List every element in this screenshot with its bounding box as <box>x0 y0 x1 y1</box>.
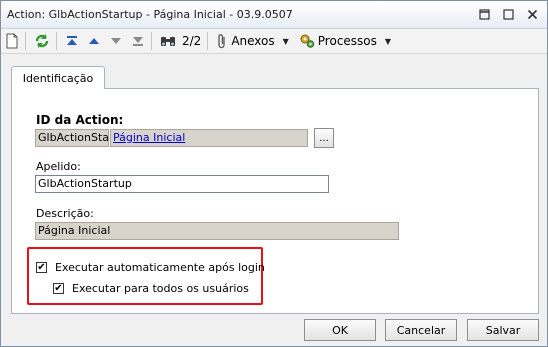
save-button[interactable]: Salvar <box>467 319 539 341</box>
cancel-button[interactable]: Cancelar <box>385 319 457 341</box>
id-value: GlbActionStar <box>38 131 109 144</box>
highlight-box <box>27 247 263 305</box>
close-icon[interactable] <box>525 7 539 21</box>
auto-exec-option[interactable]: ✔ Executar automaticamente após login <box>36 261 265 274</box>
anexos-label: Anexos <box>231 34 275 48</box>
auto-exec-label: Executar automaticamente após login <box>55 261 265 274</box>
previous-record-button[interactable] <box>87 31 101 51</box>
action-dialog: Action: GlbActionStartup - Página Inicia… <box>0 0 548 347</box>
toolbar-separator <box>25 32 26 50</box>
toolbar: 2/2 Anexos ▼ Processos ▼ <box>1 29 547 54</box>
gears-icon <box>299 33 315 49</box>
find-button[interactable] <box>160 31 176 51</box>
new-document-button[interactable] <box>5 31 19 51</box>
all-users-option[interactable]: ✔ Executar para todos os usuários <box>53 282 249 295</box>
toolbar-separator <box>56 32 57 50</box>
next-record-button[interactable] <box>109 31 123 51</box>
all-users-label: Executar para todos os usuários <box>72 282 249 295</box>
auto-exec-checkbox[interactable]: ✔ <box>36 262 47 273</box>
anexos-menu[interactable]: Anexos ▼ <box>216 31 289 51</box>
window-controls <box>477 7 539 21</box>
record-pager: 2/2 <box>182 34 202 48</box>
all-users-checkbox[interactable]: ✔ <box>53 283 64 294</box>
processos-label: Processos <box>317 34 377 48</box>
pagina-inicial-link[interactable]: Página Inicial <box>113 131 185 144</box>
pin-icon[interactable] <box>501 7 515 21</box>
refresh-button[interactable] <box>34 31 50 51</box>
window-title: Action: GlbActionStartup - Página Inicia… <box>7 8 293 21</box>
last-record-button[interactable] <box>131 31 145 51</box>
apelido-label: Apelido: <box>36 160 81 173</box>
tab-identificacao[interactable]: Identificação <box>11 66 105 89</box>
toolbar-separator <box>207 32 209 50</box>
descricao-field[interactable]: Página Inicial <box>35 222 399 240</box>
id-name-field[interactable]: Página Inicial <box>110 129 308 147</box>
apelido-input[interactable]: GlbActionStartup <box>35 175 329 193</box>
restore-icon[interactable] <box>477 7 491 21</box>
paperclip-icon <box>216 33 228 49</box>
chevron-down-icon: ▼ <box>282 36 289 46</box>
title-bar: Action: GlbActionStartup - Página Inicia… <box>1 1 547 29</box>
browse-button[interactable]: ... <box>314 128 334 148</box>
ok-button[interactable]: OK <box>304 319 376 341</box>
descricao-label: Descrição: <box>36 207 94 220</box>
toolbar-separator <box>151 32 152 50</box>
processos-menu[interactable]: Processos ▼ <box>299 31 391 51</box>
chevron-down-icon: ▼ <box>384 36 392 46</box>
id-field[interactable]: GlbActionStar <box>35 129 109 147</box>
id-label: ID da Action: <box>36 113 124 127</box>
first-record-button[interactable] <box>65 31 79 51</box>
